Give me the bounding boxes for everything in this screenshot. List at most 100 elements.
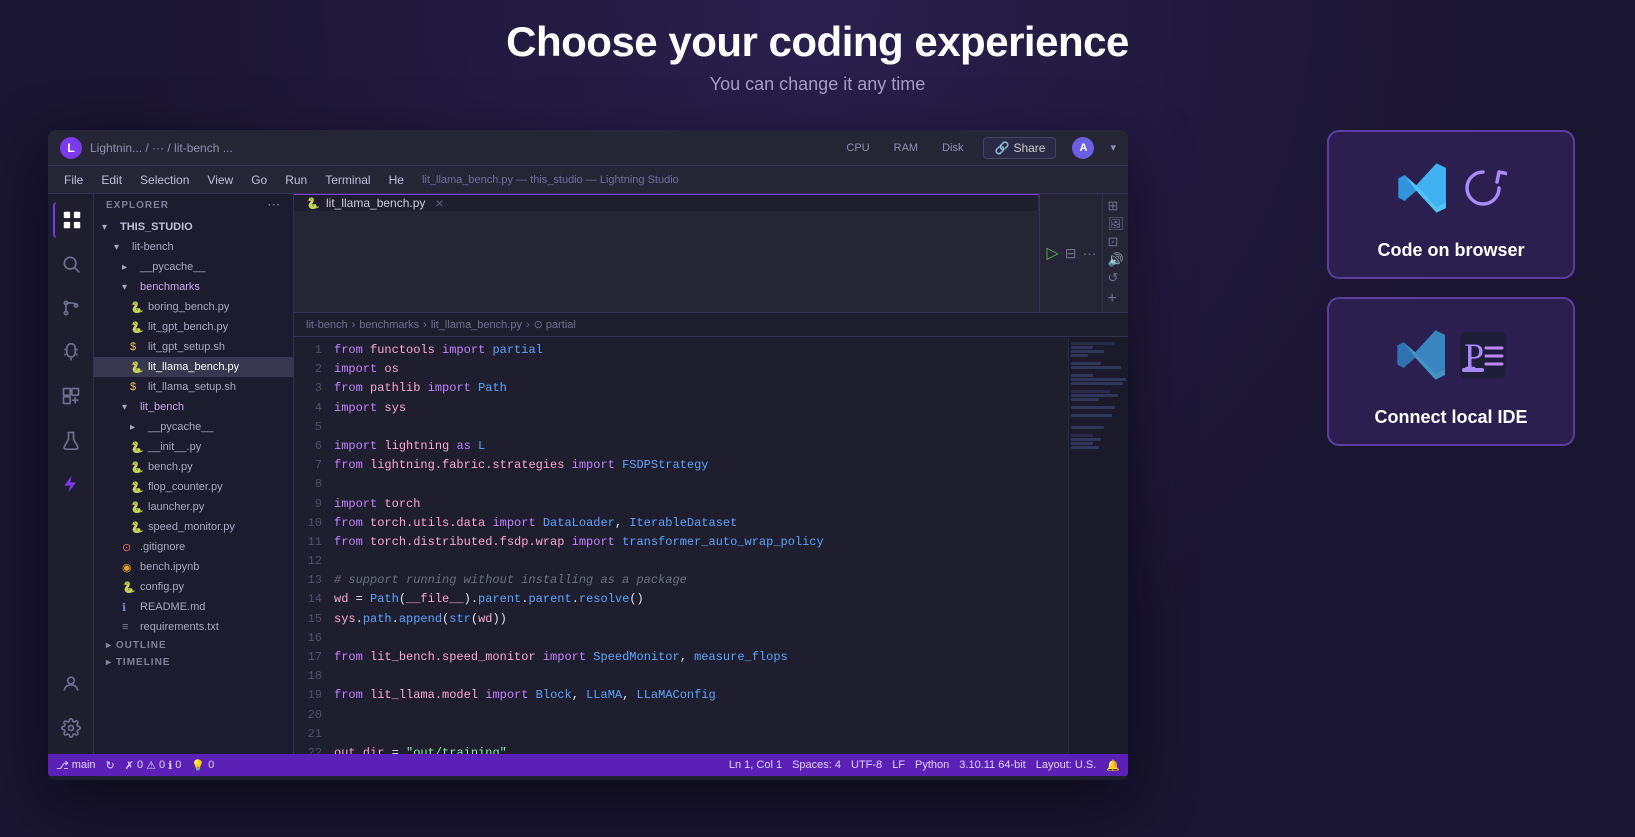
activity-bar [48,194,94,754]
tree-boring-bench[interactable]: 🐍 boring_bench.py [94,297,293,317]
tree-lit-llama-setup[interactable]: $ lit_llama_setup.sh [94,377,293,397]
tree-lit-bench-folder[interactable]: ▾ lit_bench [94,397,293,417]
disk-button[interactable]: Disk [938,140,967,156]
share-button[interactable]: 🔗 Share [983,137,1056,159]
status-right: Ln 1, Col 1 Spaces: 4 UTF-8 LF Python 3.… [729,759,1120,772]
menu-edit[interactable]: Edit [93,171,130,189]
page-title: Choose your coding experience [0,18,1635,66]
status-bar: ⎇ main ↻ ✗ 0 ⚠ 0 ℹ 0 💡 0 Ln 1, Col 1 Spa… [48,754,1128,776]
breadcrumb-benchmarks[interactable]: benchmarks [359,319,419,331]
breadcrumb-lit-bench[interactable]: lit-bench [306,319,348,331]
code-editor[interactable]: 12345 678910 1112131415 1617181920 21222… [294,337,1068,754]
image-icon[interactable]: 🖼 [1107,216,1124,232]
activity-search[interactable] [53,246,89,282]
reset-icon[interactable]: ↺ [1107,270,1124,286]
menu-selection[interactable]: Selection [132,171,197,189]
vscode-icon-local [1394,327,1450,383]
code-content: 12345 678910 1112131415 1617181920 21222… [294,337,1068,754]
more-actions-icon[interactable]: ··· [1082,245,1096,261]
outline-section[interactable]: ▸ OUTLINE [94,637,293,654]
explorer-menu-icon[interactable]: ··· [268,200,281,211]
tree-gitignore[interactable]: ⊙ .gitignore [94,537,293,557]
tree-benchmarks[interactable]: ▾ benchmarks [94,277,293,297]
info-icon: ℹ [168,759,172,772]
status-notification[interactable]: 🔔 [1106,759,1120,772]
activity-account[interactable] [53,666,89,702]
status-branch[interactable]: ⎇ main [56,759,96,772]
terminal-icon[interactable]: ⊡ [1107,234,1124,250]
tree-readme[interactable]: ℹ README.md [94,597,293,617]
status-eol[interactable]: LF [892,759,905,771]
preview-icon[interactable]: ⊞ [1107,198,1124,214]
file-type-icon: 🐍 [306,197,320,210]
breadcrumb-symbol[interactable]: ⊙ partial [534,318,576,331]
connect-local-ide-card[interactable]: P Connect local IDE [1327,297,1575,446]
tab-close-icon[interactable]: × [431,195,447,211]
tree-root[interactable]: ▾ THIS_STUDIO [94,217,293,237]
status-language[interactable]: Python [915,759,949,771]
cpu-button[interactable]: CPU [842,140,873,156]
tree-speed-monitor[interactable]: 🐍 speed_monitor.py [94,517,293,537]
tree-bench[interactable]: 🐍 bench.py [94,457,293,477]
minimap [1068,337,1128,754]
ram-button[interactable]: RAM [890,140,922,156]
app-logo: L [60,137,82,159]
title-path: Lightnin... / ··· / lit-bench ... [90,141,834,155]
tree-pycache-2[interactable]: ▸ __pycache__ [94,417,293,437]
timeline-section[interactable]: ▸ TIMELINE [94,654,293,671]
menu-view[interactable]: View [199,171,241,189]
minimap-content [1069,337,1128,454]
breadcrumb-filename[interactable]: lit_llama_bench.py [431,319,522,331]
code-on-browser-card[interactable]: Code on browser [1327,130,1575,279]
activity-explorer[interactable] [53,202,89,238]
activity-lightning[interactable] [53,466,89,502]
tree-pycache-1[interactable]: ▸ __pycache__ [94,257,293,277]
status-lightbulb[interactable]: 💡 0 [191,759,214,772]
title-actions: CPU RAM Disk 🔗 Share A ▾ [842,137,1116,159]
tab-toolbar-row: 🐍 lit_llama_bench.py × ▷ ⊟ ··· ⊞ 🖼 ⊡ 🔊 ↺ [294,194,1128,313]
status-sync[interactable]: ↻ [106,759,115,772]
status-spaces[interactable]: Spaces: 4 [792,759,841,771]
status-position[interactable]: Ln 1, Col 1 [729,759,782,771]
status-layout[interactable]: Layout: U.S. [1036,759,1097,771]
tree-lit-bench[interactable]: ▾ lit-bench [94,237,293,257]
sound-icon[interactable]: 🔊 [1107,252,1124,268]
menu-bar: File Edit Selection View Go Run Terminal… [48,166,1128,194]
tree-config[interactable]: 🐍 config.py [94,577,293,597]
menu-go[interactable]: Go [243,171,275,189]
tree-launcher[interactable]: 🐍 launcher.py [94,497,293,517]
activity-extensions[interactable] [53,378,89,414]
tree-lit-llama-bench[interactable]: 🐍 lit_llama_bench.py [94,357,293,377]
tree-flop-counter[interactable]: 🐍 flop_counter.py [94,477,293,497]
status-version[interactable]: 3.10.11 64-bit [959,759,1025,771]
activity-flask[interactable] [53,422,89,458]
activity-settings[interactable] [53,710,89,746]
avatar[interactable]: A [1072,137,1094,159]
tree-requirements[interactable]: ≡ requirements.txt [94,617,293,637]
status-left: ⎇ main ↻ ✗ 0 ⚠ 0 ℹ 0 💡 0 [56,759,214,772]
activity-debug[interactable] [53,334,89,370]
plus-icon[interactable]: + [1107,290,1124,308]
tree-lit-gpt-bench[interactable]: 🐍 lit_gpt_bench.py [94,317,293,337]
status-encoding[interactable]: UTF-8 [851,759,882,771]
tab-lit-llama-bench[interactable]: 🐍 lit_llama_bench.py × [294,194,1039,211]
activity-git[interactable] [53,290,89,326]
menu-file[interactable]: File [56,171,91,189]
dropdown-icon[interactable]: ▾ [1110,141,1116,154]
status-errors[interactable]: ✗ 0 ⚠ 0 ℹ 0 [125,759,182,772]
menu-run[interactable]: Run [277,171,315,189]
tree-bench-ipynb[interactable]: ◉ bench.ipynb [94,557,293,577]
tree-lit-gpt-setup[interactable]: $ lit_gpt_setup.sh [94,337,293,357]
menu-terminal[interactable]: Terminal [317,171,378,189]
split-editor-icon[interactable]: ⊟ [1065,245,1077,262]
editor-controls: ▷ ⊟ ··· [1039,194,1102,312]
line-numbers: 12345 678910 1112131415 1617181920 21222… [294,337,330,754]
run-icon[interactable]: ▷ [1046,243,1058,263]
code-lines: from functools import partial import os … [330,337,1068,754]
bell-icon: 🔔 [1106,759,1120,772]
lightbulb-icon: 💡 [191,759,205,772]
menu-he[interactable]: He [381,171,412,189]
warning-icon: ⚠ [146,759,156,772]
tree-init[interactable]: 🐍 __init__.py [94,437,293,457]
browser-card-label: Code on browser [1377,240,1524,261]
